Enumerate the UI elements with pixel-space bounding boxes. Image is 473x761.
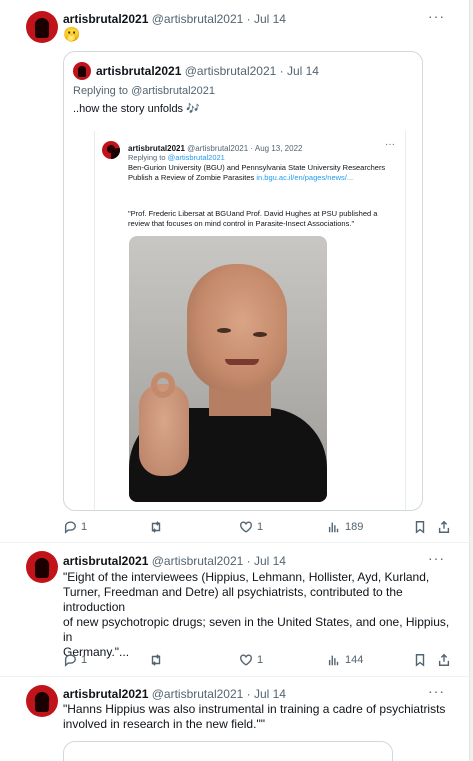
views-button[interactable]: 189 (327, 520, 363, 534)
bookmark-button[interactable] (413, 653, 427, 667)
avatar (102, 141, 120, 159)
author-name[interactable]: artisbrutal2021 (63, 687, 148, 701)
reply-count: 1 (81, 521, 88, 533)
scrollbar[interactable] (469, 0, 473, 761)
text-line: of new psychotropic drugs; seven in the … (63, 615, 450, 644)
retweet-icon (151, 521, 161, 533)
tweet-header: artisbrutal2021 @artisbrutal2021 · Jul 1… (63, 687, 286, 701)
quote-text: ..how the story unfolds 🎶 (73, 103, 200, 115)
tweet-text: "Hanns Hippius was also instrumental in … (63, 702, 458, 732)
text-line: Turner, Freedman and Detre) all psychiat… (63, 585, 403, 599)
views-count: 189 (345, 521, 364, 533)
quote-reply-to: Replying to @artisbrutal2021 (73, 85, 216, 97)
like-count: 1 (257, 521, 264, 533)
quote-author-name: artisbrutal2021 (96, 64, 182, 78)
retweet-button[interactable] (149, 520, 167, 534)
avatar[interactable] (26, 551, 58, 583)
like-button[interactable]: 1 (239, 520, 263, 534)
tweet-header: artisbrutal2021 @artisbrutal2021 · Jul 1… (63, 12, 286, 26)
embedded-link: in.bgu.ac.il/en/pages/news/... (256, 173, 354, 182)
reply-button[interactable]: 1 (63, 653, 87, 667)
like-button[interactable]: 1 (239, 653, 263, 667)
portrait-photo (129, 236, 327, 502)
avatar (73, 62, 91, 80)
author-meta[interactable]: @artisbrutal2021 · Jul 14 (152, 12, 286, 26)
bookmark-icon (415, 521, 425, 534)
tweet-text: "Eight of the interviewees (Hippius, Leh… (63, 570, 458, 660)
retweet-icon (151, 654, 161, 666)
bookmark-button[interactable] (413, 520, 427, 534)
text-line: "Hanns Hippius was also instrumental in … (63, 702, 446, 716)
reply-count: 1 (81, 654, 88, 666)
like-icon (240, 521, 252, 533)
tweet-text: 🫢 (63, 26, 81, 42)
tweet-2[interactable]: artisbrutal2021 @artisbrutal2021 · Jul 1… (0, 543, 469, 676)
tweet-actions: 1 1 144 (63, 653, 450, 671)
tweet-3[interactable]: artisbrutal2021 @artisbrutal2021 · Jul 1… (0, 677, 469, 761)
share-button[interactable] (437, 520, 451, 534)
embedded-body: Replying to @artisbrutal2021 Ben-Gurion … (128, 153, 398, 183)
more-options-icon[interactable]: ··· (428, 8, 445, 24)
author-name[interactable]: artisbrutal2021 (63, 554, 148, 568)
like-icon (240, 654, 252, 666)
tweet-header: artisbrutal2021 @artisbrutal2021 · Jul 1… (63, 554, 286, 568)
embedded-reply-label: Replying to (128, 153, 168, 162)
embedded-screenshot: artisbrutal2021 @artisbrutal2021 · Aug 1… (94, 131, 406, 510)
quoted-tweet[interactable]: artisbrutal2021 @artisbrutal2021 · Jul 1… (63, 51, 423, 511)
views-icon (328, 522, 339, 533)
reply-button[interactable]: 1 (63, 520, 87, 534)
more-options-icon[interactable]: ··· (428, 683, 445, 699)
share-button[interactable] (437, 653, 451, 667)
avatar[interactable] (26, 685, 58, 717)
reply-icon (64, 521, 76, 534)
tweet-actions: 1 1 189 (63, 520, 450, 538)
embedded-author-name: artisbrutal2021 (128, 144, 185, 153)
like-count: 1 (257, 654, 264, 666)
author-meta[interactable]: @artisbrutal2021 · Jul 14 (152, 554, 286, 568)
reply-icon (64, 654, 76, 667)
more-options-icon[interactable]: ··· (428, 550, 445, 566)
embedded-author-meta: @artisbrutal2021 · Aug 13, 2022 (187, 144, 303, 153)
embedded-quote-text: "Prof. Frederic Libersat at BGUand Prof.… (128, 209, 378, 228)
quoted-tweet-preview[interactable] (63, 741, 393, 761)
quote-author-meta: @artisbrutal2021 · Jul 14 (184, 64, 319, 78)
author-meta[interactable]: @artisbrutal2021 · Jul 14 (152, 687, 286, 701)
text-line: involved in research in the new field."" (63, 717, 265, 731)
retweet-button[interactable] (149, 653, 167, 667)
views-icon (328, 655, 339, 666)
embedded-reply-handle: @artisbrutal2021 (167, 153, 225, 162)
bookmark-icon (415, 654, 425, 667)
avatar[interactable] (26, 11, 58, 43)
embedded-more-icon: ··· (385, 139, 395, 150)
author-name[interactable]: artisbrutal2021 (63, 12, 148, 26)
tweet-1[interactable]: artisbrutal2021 @artisbrutal2021 · Jul 1… (0, 0, 469, 540)
text-line: "Eight of the interviewees (Hippius, Leh… (63, 570, 430, 584)
share-icon (438, 653, 450, 666)
share-icon (438, 520, 450, 533)
views-count: 144 (345, 654, 364, 666)
views-button[interactable]: 144 (327, 653, 363, 667)
text-line: introduction (63, 600, 126, 614)
